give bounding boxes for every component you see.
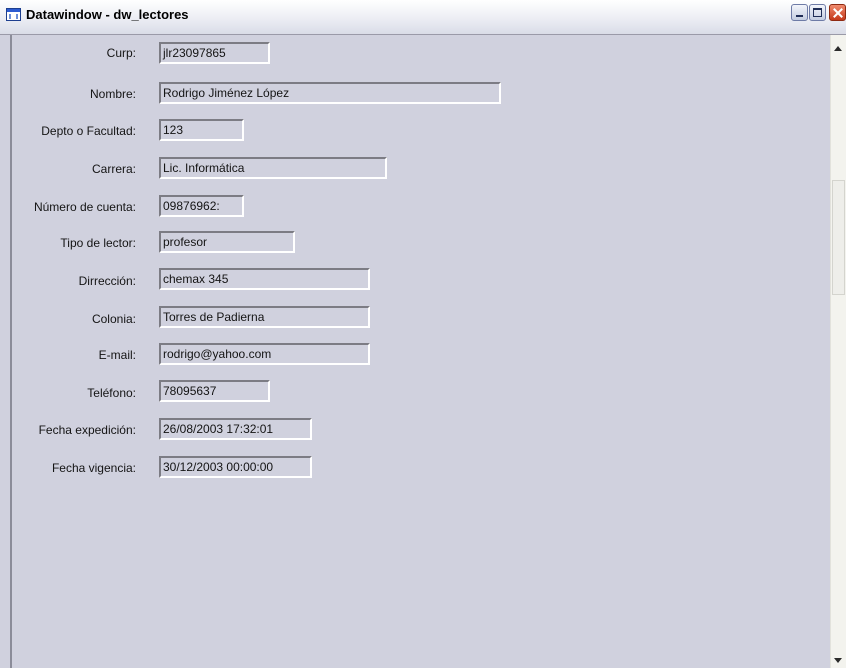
fecha-vigencia-field[interactable]: 30/12/2003 00:00:00	[159, 456, 312, 478]
direccion-label: Dirrección:	[78, 274, 136, 288]
email-field[interactable]: rodrigo@yahoo.com	[159, 343, 370, 365]
direccion-field[interactable]: chemax 345	[159, 268, 370, 290]
vertical-scrollbar[interactable]	[830, 35, 846, 668]
colonia-label: Colonia:	[91, 312, 136, 326]
title-bar[interactable]: Datawindow - dw_lectores	[0, 0, 846, 35]
window-title: Datawindow - dw_lectores	[26, 7, 189, 22]
numero-cuenta-field[interactable]: 09876962:	[159, 195, 244, 217]
colonia-field[interactable]: Torres de Padierna	[159, 306, 370, 328]
left-frame-border	[10, 35, 12, 668]
curp-field[interactable]: jlr23097865	[159, 42, 270, 64]
arrow-up-icon[interactable]	[834, 46, 842, 51]
datawindow: Datawindow - dw_lectores Curp: jlr230978…	[0, 0, 846, 668]
tipo-lector-field[interactable]: profesor	[159, 231, 295, 253]
nombre-field[interactable]: Rodrigo Jiménez López	[159, 82, 501, 104]
curp-label: Curp:	[106, 46, 136, 60]
fecha-expedicion-field[interactable]: 26/08/2003 17:32:01	[159, 418, 312, 440]
carrera-label: Carrera:	[91, 162, 136, 176]
minimize-button[interactable]	[791, 4, 808, 21]
telefono-field[interactable]: 78095637	[159, 380, 270, 402]
email-label: E-mail:	[98, 348, 136, 362]
nombre-label: Nombre:	[89, 87, 136, 101]
datawindow-icon	[6, 8, 21, 21]
fecha-vigencia-label: Fecha vigencia:	[51, 461, 136, 475]
arrow-down-icon[interactable]	[834, 658, 842, 663]
scrollbar-thumb[interactable]	[832, 180, 845, 295]
telefono-label: Teléfono:	[87, 386, 136, 400]
numero-cuenta-label: Número de cuenta:	[33, 200, 136, 214]
close-button[interactable]	[829, 4, 846, 21]
fecha-expedicion-label: Fecha expedición:	[38, 423, 136, 437]
datawindow-client-area: Curp: jlr23097865 Nombre: Rodrigo Jiméne…	[0, 35, 846, 668]
tipo-lector-label: Tipo de lector:	[60, 236, 136, 250]
carrera-field[interactable]: Lic. Informática	[159, 157, 387, 179]
depto-facultad-field[interactable]: 123	[159, 119, 244, 141]
maximize-button[interactable]	[809, 4, 826, 21]
depto-facultad-label: Depto o Facultad:	[41, 124, 136, 138]
